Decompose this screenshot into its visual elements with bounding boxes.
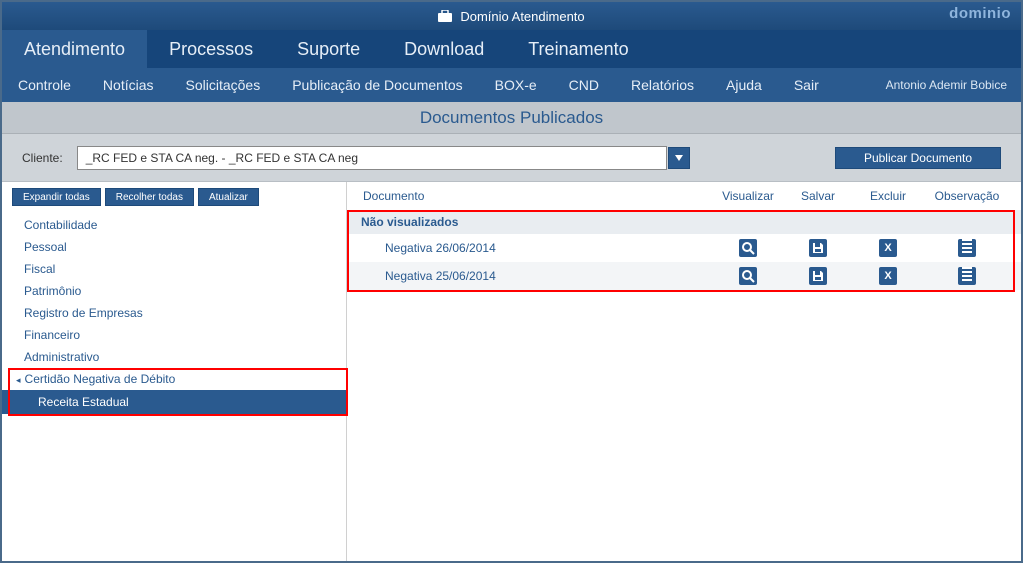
notes-icon[interactable] [958,239,976,257]
subtab-sair[interactable]: Sair [778,68,835,102]
tab-treinamento[interactable]: Treinamento [506,30,650,68]
col-header-visualizar: Visualizar [713,189,783,203]
briefcase-icon [438,10,452,22]
main-tabs: Atendimento Processos Suporte Download T… [2,30,1021,68]
col-header-salvar: Salvar [783,189,853,203]
doc-name: Negativa 26/06/2014 [357,241,713,255]
subtab-relatorios[interactable]: Relatórios [615,68,710,102]
brand-logo: dominio [949,5,1011,22]
subtab-noticias[interactable]: Notícias [87,68,170,102]
publish-document-button[interactable]: Publicar Documento [835,147,1001,169]
tree-subitem-receita-estadual[interactable]: Receita Estadual [2,390,346,414]
collapse-all-button[interactable]: Recolher todas [105,188,194,206]
tab-download[interactable]: Download [382,30,506,68]
delete-icon[interactable]: X [879,239,897,257]
tab-atendimento[interactable]: Atendimento [2,30,147,68]
tree-item-administrativo[interactable]: Administrativo [2,346,346,368]
save-icon[interactable] [809,267,827,285]
tab-suporte[interactable]: Suporte [275,30,382,68]
titlebar: Domínio Atendimento dominio [2,2,1021,30]
tree-item-financeiro[interactable]: Financeiro [2,324,346,346]
client-row: Cliente: _RC FED e STA CA neg. - _RC FED… [2,134,1021,182]
page-title: Documentos Publicados [2,102,1021,134]
view-icon[interactable] [739,267,757,285]
app-title: Domínio Atendimento [460,9,584,24]
tree-item-pessoal[interactable]: Pessoal [2,236,346,258]
table-header: Documento Visualizar Salvar Excluir Obse… [347,182,1021,210]
left-pane: Expandir todas Recolher todas Atualizar … [2,182,347,561]
table-row: Negativa 25/06/2014 X [347,262,1021,290]
section-nao-visualizados: Não visualizados [347,210,1021,234]
tree-item-registro-empresas[interactable]: Registro de Empresas [2,302,346,324]
col-header-observacao: Observação [923,189,1011,203]
table-highlighted-area: Não visualizados Negativa 26/06/2014 X N… [347,210,1021,290]
tree-item-contabilidade[interactable]: Contabilidade [2,214,346,236]
delete-icon[interactable]: X [879,267,897,285]
tab-processos[interactable]: Processos [147,30,275,68]
col-header-excluir: Excluir [853,189,923,203]
app-window: Domínio Atendimento dominio Atendimento … [0,0,1023,563]
user-name: Antonio Ademir Bobice [872,68,1021,102]
tree-highlighted-group: Certidão Negativa de Débito Receita Esta… [2,368,346,414]
subtab-controle[interactable]: Controle [2,68,87,102]
sub-tabs: Controle Notícias Solicitações Publicaçã… [2,68,1021,102]
subtab-cnd[interactable]: CND [553,68,615,102]
subtab-solicitacoes[interactable]: Solicitações [170,68,277,102]
chevron-down-icon[interactable] [668,147,690,169]
tree-item-patrimonio[interactable]: Patrimônio [2,280,346,302]
col-header-documento: Documento [357,189,713,203]
client-select-value: _RC FED e STA CA neg. - _RC FED e STA CA… [78,151,666,165]
right-pane: Documento Visualizar Salvar Excluir Obse… [347,182,1021,561]
subtab-ajuda[interactable]: Ajuda [710,68,778,102]
notes-icon[interactable] [958,267,976,285]
client-label: Cliente: [22,151,63,165]
content-area: Expandir todas Recolher todas Atualizar … [2,182,1021,561]
save-icon[interactable] [809,239,827,257]
table-row: Negativa 26/06/2014 X [347,234,1021,262]
expand-all-button[interactable]: Expandir todas [12,188,101,206]
doc-name: Negativa 25/06/2014 [357,269,713,283]
tree-item-fiscal[interactable]: Fiscal [2,258,346,280]
refresh-button[interactable]: Atualizar [198,188,259,206]
subtab-boxe[interactable]: BOX-e [479,68,553,102]
client-select[interactable]: _RC FED e STA CA neg. - _RC FED e STA CA… [77,146,667,170]
tree-toolbar: Expandir todas Recolher todas Atualizar [2,188,346,214]
tree-item-certidao-negativa[interactable]: Certidão Negativa de Débito [2,368,346,390]
subtab-publicacao-documentos[interactable]: Publicação de Documentos [276,68,478,102]
category-tree: Contabilidade Pessoal Fiscal Patrimônio … [2,214,346,414]
view-icon[interactable] [739,239,757,257]
